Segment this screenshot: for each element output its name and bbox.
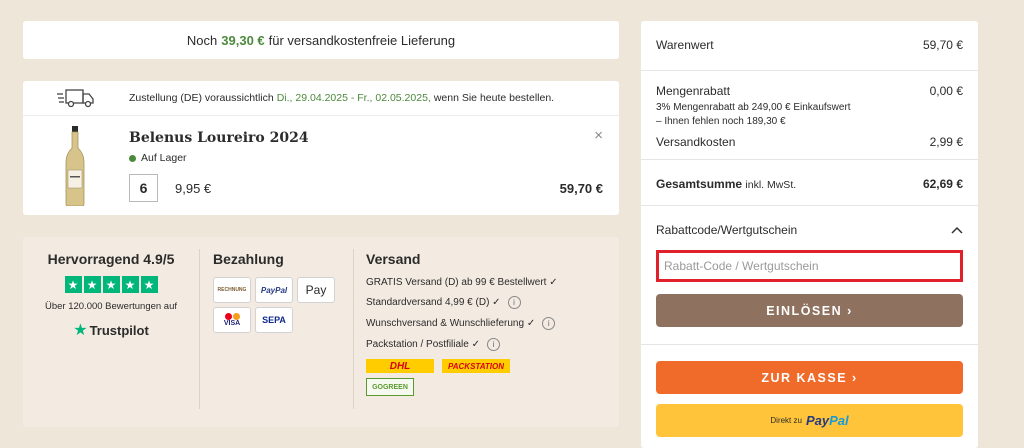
quantity-input[interactable]: 6 xyxy=(129,174,158,202)
packstation-logo: PACKSTATION xyxy=(442,359,510,373)
info-icon[interactable]: i xyxy=(542,317,556,330)
info-icon[interactable]: i xyxy=(486,338,500,351)
divider xyxy=(641,344,978,345)
stock-label: Auf Lager xyxy=(141,152,187,164)
delivery-suffix: wenn Sie heute bestellen. xyxy=(433,92,555,104)
order-summary: Warenwert 59,70 € Mengenrabatt 0,00 € 3%… xyxy=(641,21,978,448)
coupon-toggle[interactable]: Rabattcode/Wertgutschein xyxy=(656,223,963,237)
divider xyxy=(353,249,354,409)
product-name[interactable]: Belenus Loureiro 2024 xyxy=(129,130,309,146)
shipping-cost-row: Versandkosten 2,99 € xyxy=(656,135,963,149)
sepa-payment-icon: SEPA xyxy=(255,307,293,333)
gogreen-logo: GOGREEN xyxy=(366,378,414,396)
discount-note: 3% Mengenrabatt ab 249,00 € Einkaufswert xyxy=(656,102,851,113)
star-icon: ★ xyxy=(121,276,139,293)
trustpilot-section: Hervorragend 4.9/5 ★ ★ ★ ★ ★ Über 120.00… xyxy=(23,251,199,340)
checkout-button[interactable]: ZUR KASSE › xyxy=(656,361,963,394)
goods-label: Warenwert xyxy=(656,38,714,52)
chevron-up-icon[interactable] xyxy=(951,226,963,234)
invoice-payment-icon: RECHNUNG xyxy=(213,277,251,303)
discount-row: Mengenrabatt 0,00 € xyxy=(656,84,963,98)
shipping-line: Standardversand 4,99 € (D) ✓ i xyxy=(366,296,616,309)
product-row: Belenus Loureiro 2024 Auf Lager 6 9,95 €… xyxy=(23,116,619,215)
trustpilot-star-icon: ★ xyxy=(73,322,88,339)
trust-heading: Hervorragend 4.9/5 xyxy=(47,251,175,267)
discount-value: 0,00 € xyxy=(929,84,963,98)
paypal-logo: PayPal xyxy=(805,413,849,428)
banner-prefix: Noch xyxy=(186,32,218,48)
dhl-logo: DHL xyxy=(366,359,434,373)
apple-pay-icon: Pay xyxy=(297,277,335,303)
divider xyxy=(641,159,978,160)
discount-note: – Ihnen fehlen noch 189,30 € xyxy=(656,116,786,127)
wine-bottle-image[interactable] xyxy=(65,126,85,206)
delivery-truck-icon xyxy=(57,89,94,108)
discount-label: Mengenrabatt xyxy=(656,84,731,98)
in-stock-dot-icon xyxy=(129,154,136,162)
shipping-cost-value: 2,99 € xyxy=(929,135,963,149)
goods-value-row: Warenwert 59,70 € xyxy=(656,38,963,52)
unit-price: 9,95 € xyxy=(175,181,212,196)
shipping-heading: Versand xyxy=(366,251,421,267)
delivery-prefix: Zustellung (DE) voraussichtlich xyxy=(129,92,274,104)
divider xyxy=(641,205,978,206)
visa-mastercard-icon: VISA xyxy=(213,307,251,333)
redeem-button[interactable]: EINLÖSEN › xyxy=(656,294,963,327)
coupon-code-input[interactable] xyxy=(656,250,963,282)
shipping-section: Versand GRATIS Versand (D) ab 99 € Beste… xyxy=(366,251,616,396)
paypal-prefix: Direkt zu xyxy=(770,416,802,425)
free-shipping-banner: Noch 39,30 € für versandkostenfreie Lief… xyxy=(23,21,619,59)
divider xyxy=(199,249,200,409)
paypal-payment-icon: PayPal xyxy=(255,277,293,303)
carrier-logos: DHL PACKSTATION xyxy=(366,359,616,373)
info-panel: Hervorragend 4.9/5 ★ ★ ★ ★ ★ Über 120.00… xyxy=(23,237,619,427)
shipping-line: GRATIS Versand (D) ab 99 € Bestellwert ✓ xyxy=(366,277,558,288)
star-icon: ★ xyxy=(140,276,158,293)
delivery-estimate: Zustellung (DE) voraussichtlich Di., 29.… xyxy=(23,81,619,116)
payment-section: Bezahlung RECHNUNG PayPal Pay VISA SEPA xyxy=(213,251,353,333)
trustpilot-logo[interactable]: ★ Trustpilot xyxy=(23,320,199,340)
coupon-heading: Rabattcode/Wertgutschein xyxy=(656,223,798,237)
star-icon: ★ xyxy=(102,276,120,293)
shipping-line: Packstation / Postfiliale ✓ i xyxy=(366,338,616,351)
goods-value: 59,70 € xyxy=(922,38,963,52)
payment-heading: Bezahlung xyxy=(213,251,284,267)
rating-stars: ★ ★ ★ ★ ★ xyxy=(23,276,199,293)
banner-suffix: für versandkostenfreie Lieferung xyxy=(268,32,456,48)
shipping-cost-label: Versandkosten xyxy=(656,135,736,149)
total-label: Gesamtsumme inkl. MwSt. xyxy=(656,177,797,191)
payment-methods: RECHNUNG PayPal Pay VISA SEPA xyxy=(213,277,353,333)
banner-amount: 39,30 € xyxy=(221,32,265,48)
stock-status: Auf Lager xyxy=(129,152,187,164)
cart-item-card: Zustellung (DE) voraussichtlich Di., 29.… xyxy=(23,81,619,215)
delivery-dates: Di., 29.04.2025 - Fr., 02.05.2025, xyxy=(276,92,431,104)
star-icon: ★ xyxy=(83,276,101,293)
info-icon[interactable]: i xyxy=(507,296,521,309)
total-row: Gesamtsumme inkl. MwSt. 62,69 € xyxy=(656,177,963,191)
remove-item-icon[interactable]: × xyxy=(594,127,603,144)
trustpilot-logo-text: Trustpilot xyxy=(89,322,149,338)
paypal-express-button[interactable]: Direkt zu PayPal xyxy=(656,404,963,437)
star-icon: ★ xyxy=(64,276,82,293)
shipping-line: Wunschversand & Wunschlieferung ✓ i xyxy=(366,317,616,330)
total-value: 62,69 € xyxy=(922,177,963,191)
divider xyxy=(641,70,978,71)
line-total-price: 59,70 € xyxy=(559,181,603,196)
review-count-text: Über 120.000 Bewertungen auf xyxy=(44,301,178,312)
